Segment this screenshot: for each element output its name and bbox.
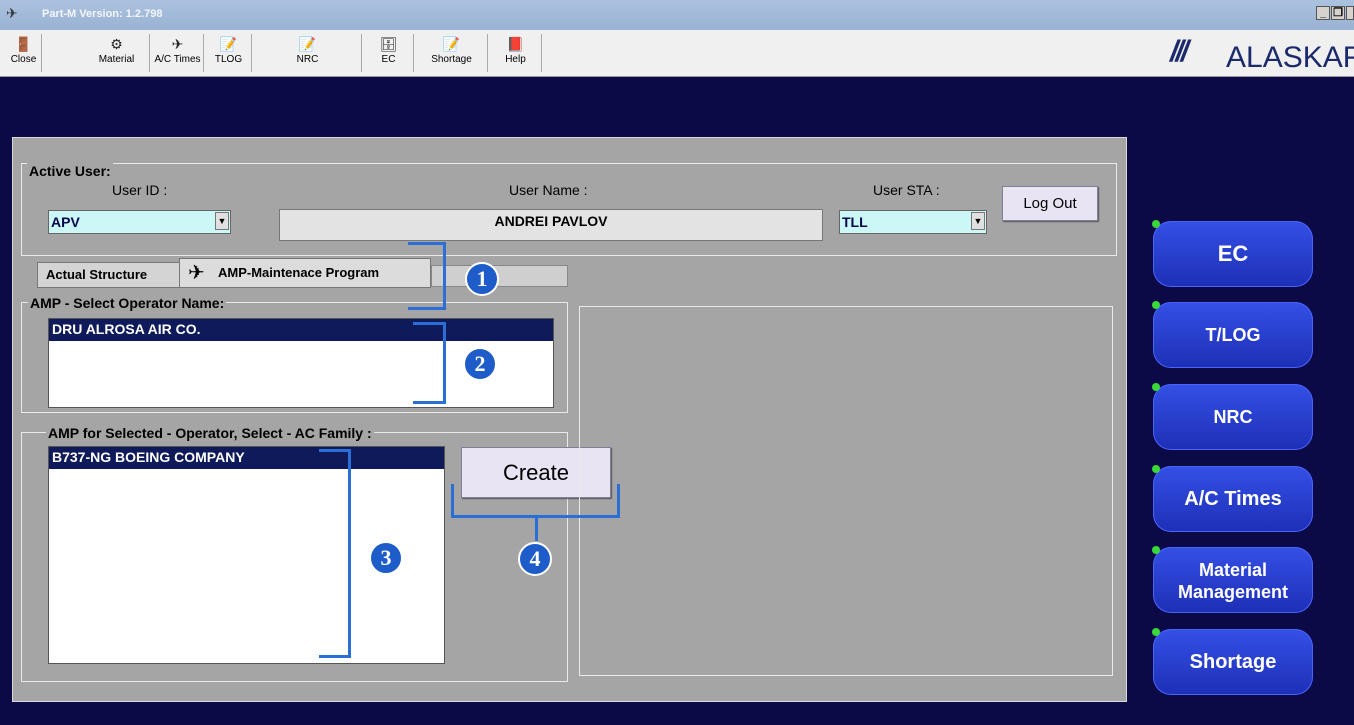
nav-shortage-button[interactable]: Shortage [1152, 628, 1313, 695]
nav-tlog-label: T/LOG [1205, 325, 1261, 345]
user-sta-value: TLL [842, 214, 868, 230]
close-window-button[interactable] [1346, 6, 1354, 20]
toolbar-label: A/C Times [154, 54, 201, 65]
user-name-value: ANDREI PAVLOV [494, 213, 608, 229]
help-icon: 📕 [506, 36, 525, 52]
logo-wing-icon: /// [1170, 35, 1189, 68]
logo-text: ALASKAF [1226, 41, 1354, 74]
close-icon: 🚪 [14, 36, 33, 52]
ec-icon: 🗄 [379, 36, 398, 52]
toolbar-tlog-button[interactable]: 📝 TLOG [206, 34, 252, 72]
aircraft-icon: ✈ [171, 36, 184, 52]
logout-button[interactable]: Log Out [1002, 186, 1098, 221]
list-item[interactable]: B737-NG BOEING COMPANY [49, 447, 444, 469]
shortage-icon: 📝 [442, 36, 461, 52]
toolbar-material-button[interactable]: ⚙ Material [84, 34, 150, 72]
window-title: Part-M Version: 1.2.798 [42, 8, 163, 20]
user-id-value: APV [51, 214, 80, 230]
nav-material-button[interactable]: Material Management [1152, 546, 1313, 613]
annotation-badge-1: 1 [465, 262, 499, 296]
status-dot [1152, 301, 1160, 309]
aircraft-icon: ✈ [188, 262, 205, 284]
nav-shortage-label: Shortage [1189, 651, 1277, 673]
nav-ac-times-button[interactable]: A/C Times [1152, 465, 1313, 532]
toolbar: 🚪 Close ⚙ Material ✈ A/C Times 📝 TLOG 📝 NRC 🗄… [0, 30, 1354, 77]
status-dot [1152, 220, 1160, 228]
toolbar-label: EC [381, 54, 396, 65]
toolbar-label: Material [98, 54, 135, 65]
main-panel: Active User: User ID : APV ▼ User Name :… [12, 137, 1127, 702]
toolbar-close-button[interactable]: 🚪 Close [6, 34, 42, 72]
annotation-badge-2: 2 [463, 347, 497, 381]
material-icon: ⚙ [110, 36, 123, 52]
user-id-label: User ID : [112, 182, 168, 198]
user-name-label: User Name : [509, 182, 588, 198]
annotation-bracket-2 [413, 322, 446, 404]
tab-actual-structure[interactable]: Actual Structure [37, 262, 180, 288]
chevron-down-icon[interactable]: ▼ [215, 212, 229, 230]
active-user-legend: Active User: [27, 163, 113, 179]
annotation-badge-4: 4 [518, 542, 552, 576]
nav-material-label-2: Management [1177, 582, 1289, 602]
tab-amp-label: AMP-Maintenace Program [218, 265, 380, 280]
status-dot [1152, 383, 1160, 391]
tab-amp-program[interactable]: ✈ AMP-Maintenace Program [179, 258, 431, 288]
annotation-badge-3: 3 [369, 541, 403, 575]
toolbar-label: Shortage [431, 54, 472, 65]
user-id-combo[interactable]: APV ▼ [48, 210, 231, 234]
user-name-field: ANDREI PAVLOV [279, 209, 823, 241]
nav-tlog-button[interactable]: T/LOG [1152, 301, 1313, 368]
nav-nrc-button[interactable]: NRC [1152, 383, 1313, 450]
nav-material-label-1: Material [1198, 560, 1268, 580]
nrc-icon: 📝 [298, 36, 317, 52]
title-bar: ✈ Part-M Version: 1.2.798 _ ❐ [0, 0, 1354, 30]
detail-panel [579, 306, 1113, 676]
toolbar-label: Help [505, 54, 526, 65]
operator-legend: AMP - Select Operator Name: [28, 295, 227, 311]
restore-button[interactable]: ❐ [1331, 6, 1345, 20]
toolbar-nrc-button[interactable]: 📝 NRC [254, 34, 362, 72]
chevron-down-icon[interactable]: ▼ [971, 212, 985, 230]
tlog-icon: 📝 [219, 36, 238, 52]
minimize-button[interactable]: _ [1316, 6, 1330, 20]
annotation-bracket-3 [319, 449, 351, 658]
toolbar-label: Close [10, 54, 37, 65]
annotation-connector-4 [535, 517, 538, 541]
nav-ec-button[interactable]: EC [1152, 220, 1313, 287]
toolbar-help-button[interactable]: 📕 Help [490, 34, 542, 72]
toolbar-ec-button[interactable]: 🗄 EC [364, 34, 414, 72]
toolbar-label: TLOG [214, 54, 243, 65]
annotation-bracket-4 [451, 484, 620, 518]
status-dot [1152, 546, 1160, 554]
toolbar-label: NRC [296, 54, 319, 65]
annotation-bracket-1 [408, 242, 446, 310]
status-dot [1152, 628, 1160, 636]
user-sta-label: User STA : [873, 182, 940, 198]
nav-ac-times-label: A/C Times [1184, 488, 1282, 510]
status-dot [1152, 465, 1160, 473]
ac-family-legend: AMP for Selected - Operator, Select - AC… [46, 425, 374, 441]
nav-nrc-label: NRC [1213, 407, 1253, 427]
nav-ec-label: EC [1217, 241, 1249, 266]
toolbar-shortage-button[interactable]: 📝 Shortage [416, 34, 488, 72]
tab-strip-empty [431, 265, 568, 287]
user-sta-combo[interactable]: TLL ▼ [839, 210, 987, 234]
toolbar-ac-times-button[interactable]: ✈ A/C Times [152, 34, 204, 72]
app-icon: ✈ [6, 5, 18, 21]
list-item[interactable]: DRU ALROSA AIR CO. [49, 319, 553, 341]
